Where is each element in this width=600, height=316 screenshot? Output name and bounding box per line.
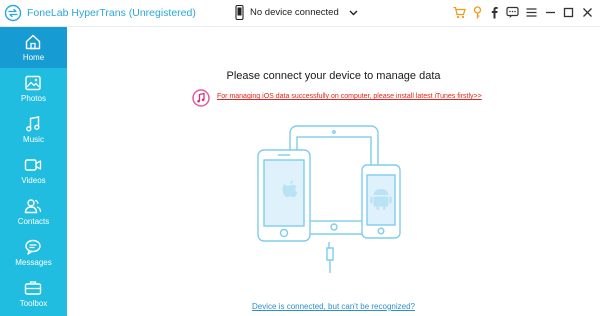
- sidebar-item-label: Home: [22, 53, 45, 62]
- sidebar-item-home[interactable]: Home: [0, 27, 67, 68]
- sidebar: Home Photos Music Videos Contacts Messag…: [0, 27, 67, 316]
- feedback-button[interactable]: [505, 6, 519, 20]
- sidebar-item-label: Toolbox: [19, 299, 48, 308]
- phone-icon: [235, 5, 244, 20]
- sidebar-item-label: Contacts: [17, 217, 50, 226]
- device-not-recognized-link[interactable]: Device is connected, but can't be recogn…: [67, 302, 600, 311]
- photo-icon: [25, 75, 41, 91]
- contacts-icon: [24, 199, 42, 214]
- minimize-icon: [545, 11, 555, 14]
- sidebar-item-label: Videos: [21, 176, 46, 185]
- close-button[interactable]: [580, 6, 594, 20]
- page-title: Please connect your device to manage dat…: [226, 70, 441, 82]
- itunes-icon: [192, 89, 210, 107]
- sidebar-item-label: Music: [23, 135, 44, 144]
- title-bar: FoneLab HyperTrans (Unregistered) No dev…: [0, 0, 600, 27]
- device-selector[interactable]: No device connected: [235, 5, 360, 22]
- cart-button[interactable]: [452, 6, 466, 20]
- messages-icon: [25, 239, 41, 255]
- usb-cable: [326, 242, 334, 273]
- maximize-button[interactable]: [561, 6, 575, 20]
- video-icon: [24, 159, 42, 171]
- home-icon: [25, 34, 41, 50]
- app-logo-icon: [4, 4, 22, 22]
- sidebar-item-photos[interactable]: Photos: [0, 68, 67, 109]
- itunes-install-link[interactable]: For managing iOS data successfully on co…: [217, 93, 482, 100]
- sidebar-item-label: Photos: [21, 94, 46, 103]
- chat-icon: [505, 6, 519, 18]
- sidebar-item-contacts[interactable]: Contacts: [0, 191, 67, 232]
- menu-icon: [526, 8, 536, 17]
- menu-button[interactable]: [524, 6, 538, 20]
- sidebar-item-messages[interactable]: Messages: [0, 232, 67, 273]
- music-icon: [26, 116, 40, 132]
- minimize-button[interactable]: [543, 6, 557, 20]
- app-title: FoneLab HyperTrans (Unregistered): [27, 7, 196, 19]
- chevron-down-icon: [349, 10, 358, 16]
- cart-icon: [453, 6, 466, 19]
- facebook-icon: [491, 7, 498, 19]
- maximize-icon: [563, 7, 573, 18]
- sidebar-item-label: Messages: [15, 258, 52, 267]
- sidebar-item-toolbox[interactable]: Toolbox: [0, 273, 67, 314]
- key-icon: [473, 6, 481, 19]
- toolbox-icon: [24, 281, 42, 295]
- register-button[interactable]: [470, 6, 484, 20]
- devices-illustration: [257, 125, 401, 273]
- sidebar-item-videos[interactable]: Videos: [0, 150, 67, 191]
- device-selector-label: No device connected: [250, 7, 339, 18]
- facebook-button[interactable]: [487, 6, 501, 20]
- sidebar-item-music[interactable]: Music: [0, 109, 67, 150]
- close-icon: [582, 8, 592, 17]
